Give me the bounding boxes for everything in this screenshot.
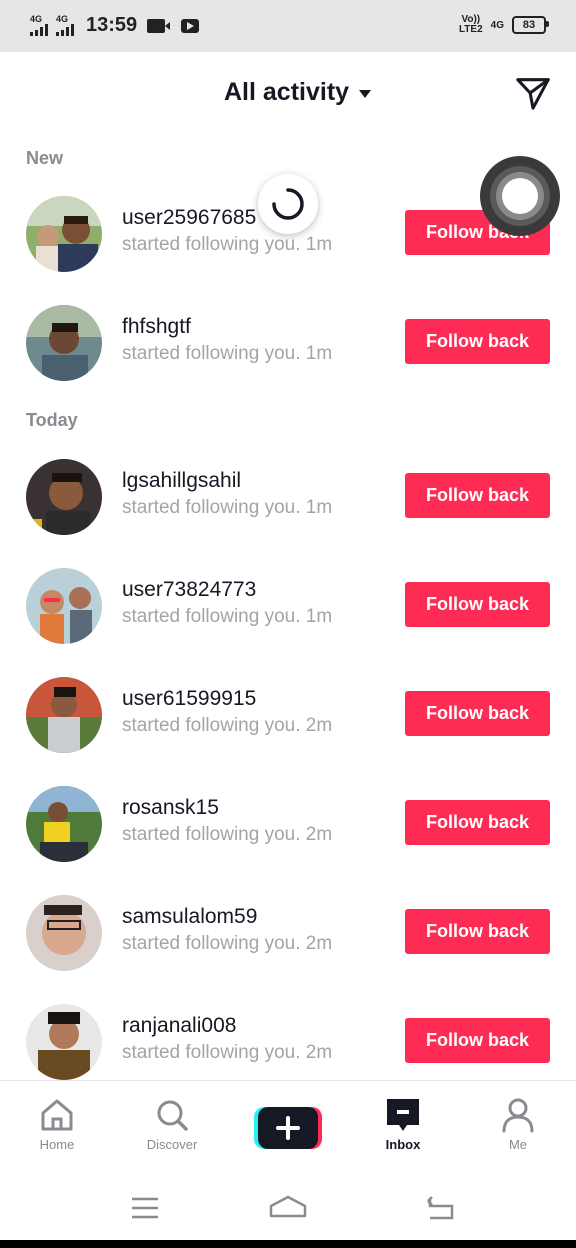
- tab-inbox[interactable]: Inbox: [363, 1097, 443, 1152]
- signal-bars-icon: [56, 24, 74, 36]
- system-navigation-bar: [0, 1170, 576, 1240]
- status-right: Vo)) LTE2 4G 83: [459, 15, 549, 35]
- home-icon: [41, 1099, 73, 1131]
- tab-label: Discover: [146, 1137, 198, 1152]
- action-text: started following you.: [122, 234, 301, 255]
- notification-row[interactable]: lgsahillgsahil started following you. 1m…: [0, 457, 576, 557]
- time-ago: 1m: [305, 234, 333, 255]
- time-ago: 2m: [305, 1042, 333, 1063]
- signal-bars-icon: [30, 24, 48, 36]
- username[interactable]: ranjanali008: [122, 1014, 236, 1038]
- username[interactable]: lgsahillgsahil: [122, 469, 241, 493]
- volte-bottom-label: LTE2: [458, 24, 483, 35]
- time-ago: 1m: [305, 606, 333, 627]
- page-title: All activity: [224, 78, 350, 106]
- search-icon: [157, 1100, 188, 1131]
- status-bar: 4G 4G 13:59 Vo)) LTE2 4G 83: [0, 0, 576, 52]
- signal-2: 4G: [56, 15, 74, 36]
- screen: 4G 4G 13:59 Vo)) LTE2 4G 83 All activity…: [0, 0, 576, 1240]
- follow-back-button[interactable]: Follow back: [405, 691, 550, 736]
- notification-text: started following you. 2m: [122, 824, 332, 846]
- username[interactable]: user61599915: [122, 687, 256, 711]
- action-text: started following you.: [122, 824, 301, 845]
- action-text: started following you.: [122, 1042, 301, 1063]
- network-label-right: 4G: [490, 19, 504, 31]
- avatar[interactable]: [26, 196, 102, 272]
- youtube-icon: [181, 18, 200, 33]
- action-text: started following you.: [122, 606, 301, 627]
- action-text: started following you.: [122, 497, 301, 518]
- tab-me[interactable]: Me: [478, 1097, 558, 1152]
- time-ago: 2m: [305, 933, 333, 954]
- avatar[interactable]: [26, 895, 102, 971]
- tab-home[interactable]: Home: [17, 1097, 97, 1152]
- tab-discover[interactable]: Discover: [132, 1097, 212, 1152]
- time-ago: 2m: [305, 715, 333, 736]
- status-left: 4G 4G 13:59: [30, 14, 200, 37]
- battery-level: 83: [522, 19, 536, 31]
- tab-label: Home: [39, 1137, 75, 1152]
- menu-icon[interactable]: [130, 1196, 160, 1220]
- header: All activity: [0, 52, 576, 132]
- notification-row[interactable]: rosansk15 started following you. 2m Foll…: [0, 784, 576, 884]
- caret-down-icon: [359, 89, 372, 98]
- profile-icon: [502, 1098, 534, 1133]
- activity-filter-dropdown[interactable]: All activity: [224, 78, 372, 107]
- avatar[interactable]: [26, 305, 102, 381]
- network-label-2: 4G: [56, 14, 69, 24]
- notification-row[interactable]: samsulalom59 started following you. 2m F…: [0, 893, 576, 993]
- username[interactable]: samsulalom59: [122, 905, 257, 929]
- video-camera-icon: [147, 18, 171, 33]
- follow-back-button[interactable]: Follow back: [405, 1018, 550, 1063]
- loading-spinner: [258, 174, 318, 234]
- home-nav-icon[interactable]: [268, 1194, 308, 1220]
- notification-row[interactable]: user61599915 started following you. 2m F…: [0, 675, 576, 775]
- signal-1: 4G: [30, 15, 48, 36]
- avatar[interactable]: [26, 786, 102, 862]
- section-header-new: New: [26, 148, 64, 168]
- follow-back-button[interactable]: Follow back: [405, 582, 550, 627]
- avatar[interactable]: [26, 677, 102, 753]
- username[interactable]: user73824773: [122, 578, 256, 602]
- notification-text: started following you. 1m: [122, 606, 332, 628]
- time-ago: 1m: [305, 343, 333, 364]
- clock: 13:59: [86, 14, 138, 36]
- avatar[interactable]: [26, 459, 102, 535]
- tab-label: Me: [508, 1137, 528, 1152]
- time-ago: 1m: [305, 497, 333, 518]
- username[interactable]: user25967685: [122, 206, 256, 230]
- action-text: started following you.: [122, 715, 301, 736]
- time-ago: 2m: [305, 824, 333, 845]
- back-icon[interactable]: [424, 1196, 456, 1220]
- notification-text: started following you. 1m: [122, 497, 332, 519]
- section-header-today: Today: [26, 410, 78, 430]
- tab-label: Inbox: [385, 1137, 421, 1152]
- notification-text: started following you. 2m: [122, 1042, 332, 1064]
- volte-indicator: Vo)) LTE2: [459, 15, 483, 35]
- notification-row[interactable]: fhfshgtf started following you. 1m Follo…: [0, 303, 576, 403]
- follow-back-button[interactable]: Follow back: [405, 319, 550, 364]
- battery-icon: 83: [512, 16, 549, 34]
- follow-back-button[interactable]: Follow back: [405, 909, 550, 954]
- assistive-touch-button[interactable]: [480, 156, 560, 236]
- avatar[interactable]: [26, 568, 102, 644]
- create-video-button[interactable]: [254, 1105, 322, 1151]
- action-text: started following you.: [122, 933, 301, 954]
- notification-text: started following you. 1m: [122, 234, 332, 256]
- follow-back-button[interactable]: Follow back: [405, 800, 550, 845]
- notification-text: started following you. 2m: [122, 933, 332, 955]
- network-label-1: 4G: [30, 14, 43, 24]
- notification-row[interactable]: user73824773 started following you. 1m F…: [0, 566, 576, 666]
- notification-text: started following you. 2m: [122, 715, 332, 737]
- username[interactable]: fhfshgtf: [122, 315, 191, 339]
- bottom-tab-bar: Home Discover Inbox Me: [0, 1080, 576, 1171]
- notification-text: started following you. 1m: [122, 343, 332, 365]
- username[interactable]: rosansk15: [122, 796, 219, 820]
- avatar[interactable]: [26, 1004, 102, 1080]
- inbox-icon: [387, 1099, 419, 1131]
- follow-back-button[interactable]: Follow back: [405, 473, 550, 518]
- action-text: started following you.: [122, 343, 301, 364]
- direct-message-icon[interactable]: [514, 74, 552, 112]
